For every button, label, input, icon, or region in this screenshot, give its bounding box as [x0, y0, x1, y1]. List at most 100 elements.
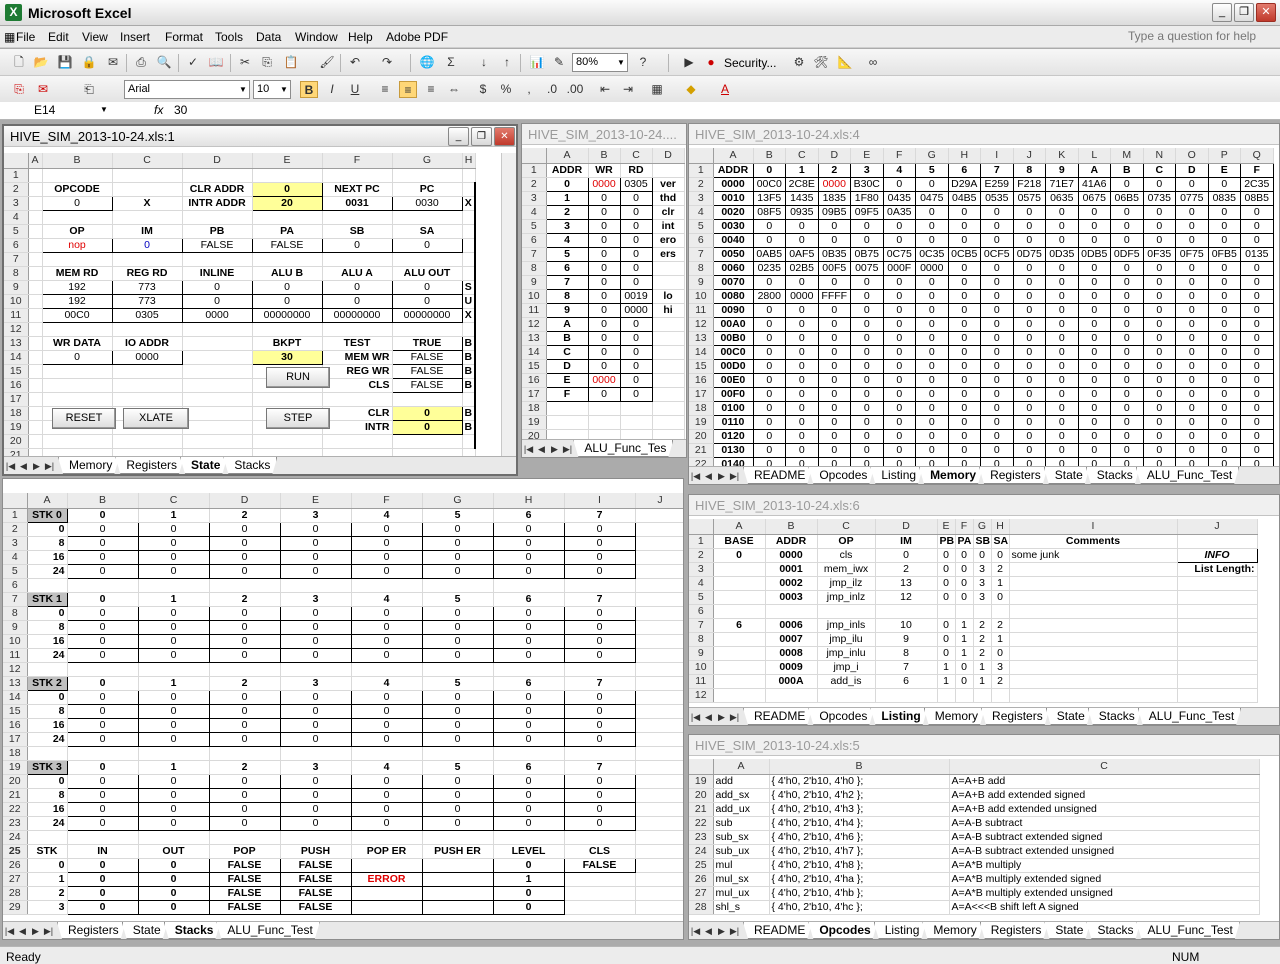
- cell[interactable]: 0: [915, 428, 949, 444]
- cell[interactable]: add_is: [817, 674, 876, 689]
- cell[interactable]: 0: [279, 815, 352, 831]
- cell[interactable]: 0: [1207, 232, 1241, 248]
- cell[interactable]: [635, 690, 683, 705]
- sheet-tab-memory[interactable]: Memory: [58, 457, 119, 474]
- cell[interactable]: [765, 688, 818, 703]
- row-header[interactable]: 6: [3, 578, 28, 593]
- chevron-down-icon[interactable]: ▼: [100, 105, 108, 114]
- column-header[interactable]: Q: [1240, 148, 1274, 164]
- cell[interactable]: [493, 578, 565, 593]
- reset-button[interactable]: RESET: [52, 408, 116, 429]
- workbook-window-4[interactable]: HIVE_SIM_2013-10-24.xls:4 ABCDEFGHIJKLMN…: [688, 123, 1280, 485]
- cell[interactable]: 0000: [587, 176, 621, 192]
- cell[interactable]: 00000000: [321, 307, 393, 323]
- cell[interactable]: 0: [1175, 386, 1209, 402]
- cell[interactable]: [42, 364, 113, 379]
- cell[interactable]: 0: [955, 548, 974, 563]
- cell[interactable]: SB: [973, 534, 992, 549]
- column-header[interactable]: D: [182, 153, 253, 169]
- cell[interactable]: [1009, 646, 1178, 661]
- cell[interactable]: 0: [27, 522, 68, 537]
- cell[interactable]: 0: [1110, 414, 1144, 430]
- cell[interactable]: 0: [980, 358, 1014, 374]
- cell[interactable]: 0: [1207, 400, 1241, 416]
- cell[interactable]: [112, 392, 183, 407]
- cell[interactable]: 0: [208, 717, 281, 733]
- cell[interactable]: 0: [947, 358, 981, 374]
- cell[interactable]: 0: [1240, 414, 1274, 430]
- cell[interactable]: 4: [351, 592, 423, 607]
- cell[interactable]: 0D75: [1012, 246, 1046, 262]
- column-header[interactable]: F: [351, 493, 423, 509]
- cell[interactable]: 0: [391, 405, 463, 421]
- row-header[interactable]: 14: [522, 345, 547, 360]
- pdf-icon[interactable]: ⎘: [10, 81, 28, 98]
- cell[interactable]: 0: [619, 344, 653, 360]
- cell[interactable]: 0: [1110, 428, 1144, 444]
- cell[interactable]: 0: [882, 386, 916, 402]
- percent-icon[interactable]: %: [497, 81, 515, 98]
- cell[interactable]: 0: [1175, 400, 1209, 416]
- cell[interactable]: 0010: [712, 190, 754, 206]
- cell[interactable]: 0535: [980, 190, 1014, 206]
- cell[interactable]: 0: [137, 689, 210, 705]
- cell[interactable]: 0: [66, 633, 139, 649]
- cell[interactable]: 0: [785, 330, 819, 346]
- prev-sheet-icon[interactable]: ◀: [702, 468, 715, 484]
- cell[interactable]: 0AF5: [785, 246, 819, 262]
- cell[interactable]: 0: [1175, 302, 1209, 318]
- cell[interactable]: 0: [137, 899, 210, 915]
- select-all-corner[interactable]: [689, 759, 714, 775]
- cell[interactable]: [182, 336, 253, 351]
- cell[interactable]: 0000: [181, 307, 253, 323]
- row-header[interactable]: 8: [689, 632, 714, 647]
- cell[interactable]: 0: [915, 232, 949, 248]
- cell[interactable]: [209, 830, 281, 845]
- row-header[interactable]: 26: [3, 858, 28, 873]
- cell[interactable]: [422, 746, 494, 761]
- link-icon[interactable]: ∞: [864, 54, 882, 71]
- cell[interactable]: 0: [947, 204, 981, 220]
- cell[interactable]: SA: [392, 224, 463, 239]
- cell[interactable]: [28, 392, 43, 407]
- cell[interactable]: [28, 280, 43, 295]
- cell[interactable]: 5: [915, 162, 949, 178]
- column-header[interactable]: B: [67, 493, 139, 509]
- cell[interactable]: FALSE: [279, 899, 352, 915]
- cell[interactable]: 0: [66, 535, 139, 551]
- cell[interactable]: B: [462, 350, 476, 365]
- cell[interactable]: [652, 163, 685, 178]
- visual-basic-icon[interactable]: ⚙: [790, 54, 808, 71]
- cell[interactable]: 1: [138, 508, 210, 523]
- cell[interactable]: 0: [350, 563, 423, 579]
- cell[interactable]: [182, 392, 253, 407]
- record-macro-icon[interactable]: ●: [702, 54, 720, 71]
- cell[interactable]: SA: [991, 534, 1010, 549]
- cell[interactable]: 0735: [1142, 190, 1176, 206]
- cell[interactable]: 0: [391, 419, 463, 435]
- column-header[interactable]: E: [280, 493, 352, 509]
- sheet-tab-registers[interactable]: Registers: [981, 708, 1050, 725]
- cell[interactable]: 0: [350, 633, 423, 649]
- cell[interactable]: 0: [752, 302, 786, 318]
- cell[interactable]: 0: [137, 535, 210, 551]
- cell[interactable]: FALSE: [279, 885, 352, 901]
- sheet-tab[interactable]: ALU_Func_Tes: [573, 440, 673, 457]
- cell[interactable]: 0: [947, 218, 981, 234]
- row-header[interactable]: 14: [4, 350, 29, 365]
- row-header[interactable]: 17: [522, 387, 547, 402]
- close-button[interactable]: ✕: [494, 127, 515, 146]
- cell[interactable]: 0475: [915, 190, 949, 206]
- column-header[interactable]: B: [588, 148, 621, 164]
- cell[interactable]: [713, 632, 766, 647]
- cell[interactable]: [973, 688, 992, 703]
- cell[interactable]: 0: [1240, 316, 1274, 332]
- cell[interactable]: 0: [817, 386, 851, 402]
- workbook-window-2[interactable]: A B C D E F G H I J 1 STK 0012345672000000000380000…: [2, 478, 684, 940]
- cell[interactable]: 0305: [111, 307, 183, 323]
- cell[interactable]: 0: [817, 414, 851, 430]
- close-button[interactable]: ✕: [1256, 3, 1276, 22]
- cell[interactable]: 0675: [1077, 190, 1111, 206]
- cell[interactable]: 0000: [712, 176, 754, 192]
- cell[interactable]: 0A35: [882, 204, 916, 220]
